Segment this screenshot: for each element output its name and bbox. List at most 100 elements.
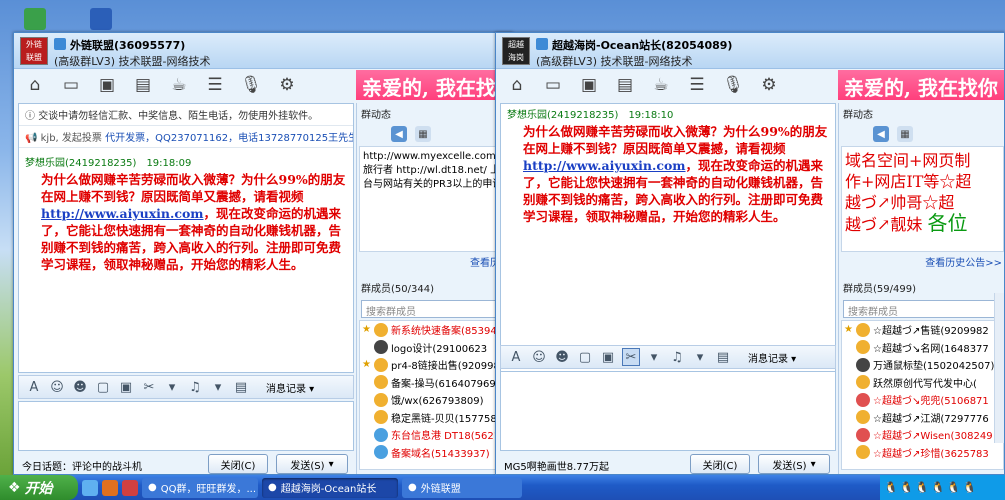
- member-item[interactable]: ☆超越づ↗江湖(7297776: [842, 409, 1003, 427]
- folder-icon[interactable]: ▭: [538, 72, 568, 98]
- coffee-icon[interactable]: ☕: [646, 72, 676, 98]
- tray-icon[interactable]: 🐧: [900, 481, 914, 494]
- message-input[interactable]: [500, 371, 836, 451]
- firefox-icon[interactable]: [102, 479, 118, 496]
- close-button[interactable]: 关闭(C): [690, 454, 750, 474]
- photo-icon[interactable]: ▤: [610, 72, 640, 98]
- tray-icon[interactable]: 🐧: [884, 481, 898, 494]
- member-item[interactable]: ☆超越づ↘名网(1648377: [842, 339, 1003, 357]
- dropdown-icon-2[interactable]: ▾: [209, 378, 227, 396]
- ad-banner[interactable]: 亲爱的, 我在找: [356, 70, 512, 100]
- task-ocean-group[interactable]: ● 超越海岗-Ocean站长: [262, 477, 398, 498]
- photo-icon[interactable]: ▤: [128, 72, 158, 98]
- group-notice[interactable]: 📢 kjb, 发起投票 代开发票，QQ237071162，电话137287701…: [19, 126, 353, 148]
- image-icon[interactable]: ▣: [599, 348, 617, 366]
- settings-icon[interactable]: ⚙: [272, 72, 302, 98]
- settings-icon[interactable]: ⚙: [754, 72, 784, 98]
- member-item[interactable]: 跃然原创代写代发中心(: [842, 374, 1003, 392]
- edit-icon[interactable]: ▤: [232, 378, 250, 396]
- magic-face-icon[interactable]: ☻: [71, 378, 89, 396]
- history-button[interactable]: 消息记录 ▾: [743, 348, 801, 367]
- sender-name[interactable]: 梦想乐园(2419218235): [507, 110, 618, 121]
- member-item[interactable]: ★ pr4-8链接出售(920998: [360, 356, 511, 374]
- member-list-scrollbar[interactable]: [994, 293, 1004, 443]
- member-list[interactable]: ★ 新系统快速备案(85394 logo设计(29100623 ★ pr4-8链接出…: [359, 320, 512, 470]
- music-icon[interactable]: ♫: [186, 378, 204, 396]
- album-icon[interactable]: ▣: [574, 72, 604, 98]
- tray-icon[interactable]: 🐧: [963, 481, 977, 494]
- member-item[interactable]: ☆超越づ↗Wisen(308249: [842, 426, 1003, 444]
- magic-face-icon[interactable]: ☻: [553, 348, 571, 366]
- recycle-icon[interactable]: [24, 8, 46, 30]
- member-item[interactable]: 备案域名(51433937): [360, 444, 511, 462]
- start-button[interactable]: ❖ 开始: [0, 475, 78, 500]
- tray-icon[interactable]: 🐧: [931, 481, 945, 494]
- word-doc-icon[interactable]: [90, 8, 112, 30]
- speaker-icon[interactable]: ◀: [873, 126, 889, 142]
- chevron-down-icon[interactable]: ▾: [811, 459, 816, 470]
- member-item[interactable]: 东台信息港 DT18(56218: [360, 426, 511, 444]
- member-item[interactable]: 饿/wx(626793809): [360, 391, 511, 409]
- title-bar[interactable]: 外链 联盟 外链联盟(36095577) (高级群LV3) 技术联盟-网络技术: [14, 33, 512, 69]
- tray-icon[interactable]: 🐧: [915, 481, 929, 494]
- folder-icon[interactable]: ▭: [56, 72, 86, 98]
- image-icon[interactable]: ▣: [117, 378, 135, 396]
- message-link[interactable]: http://www.aiyuxin.com: [523, 158, 686, 173]
- ad-banner[interactable]: 亲爱的, 我在找你: [838, 70, 1004, 100]
- topic-text[interactable]: 今日话题：评论中的战斗机: [14, 458, 142, 473]
- message-sender[interactable]: 梦想乐园(2419218235) 19:18:09: [19, 148, 353, 169]
- task-qq-sender[interactable]: ● QQ群，旺旺群发，...: [142, 477, 258, 498]
- chat-history[interactable]: 梦想乐园(2419218235) 19:18:10 为什么做网赚辛苦劳碌而收入微薄…: [500, 103, 836, 373]
- emoji-icon[interactable]: ☺: [48, 378, 66, 396]
- music-icon[interactable]: ♫: [668, 348, 686, 366]
- notes-icon[interactable]: ☰: [200, 72, 230, 98]
- bulletin-line[interactable]: http://www.myexcelle.com/: [363, 150, 508, 164]
- emoji-icon[interactable]: ☺: [530, 348, 548, 366]
- topic-text[interactable]: MG5啊艳画世8.77万起: [496, 458, 609, 473]
- mic-icon[interactable]: 🎙: [718, 72, 748, 98]
- task-link-group[interactable]: ● 外链联盟: [402, 477, 522, 498]
- chevron-down-icon[interactable]: ▾: [329, 459, 334, 470]
- member-item[interactable]: 备案-操马(616407969): [360, 374, 511, 392]
- tray-icon[interactable]: 🐧: [947, 481, 961, 494]
- screenshot-icon[interactable]: ✂: [622, 348, 640, 366]
- title-bar[interactable]: 超越 海岗 超越海岗-Ocean站长(82054089) (高级群LV3) 技术…: [496, 33, 1004, 69]
- member-search-input[interactable]: 搜索群成员: [843, 300, 1002, 318]
- calendar-icon[interactable]: ▦: [897, 126, 913, 142]
- shake-icon[interactable]: ▢: [94, 378, 112, 396]
- member-item[interactable]: 万通鼠标垫(1502042507): [842, 356, 1003, 374]
- close-button[interactable]: 关闭(C): [208, 454, 268, 474]
- member-search-input[interactable]: 搜索群成员: [361, 300, 510, 318]
- sender-name[interactable]: 梦想乐园(2419218235): [25, 158, 136, 169]
- screenshot-icon[interactable]: ✂: [140, 378, 158, 396]
- view-history-link[interactable]: 查看历史: [357, 252, 512, 271]
- history-button[interactable]: 消息记录 ▾: [261, 378, 319, 397]
- speaker-icon[interactable]: ◀: [391, 126, 407, 142]
- member-item[interactable]: ★ 新系统快速备案(85394: [360, 321, 511, 339]
- member-list[interactable]: ★ ☆超越づ↗售链(9209982 ☆超越づ↘名网(1648377 万通鼠标垫(1…: [841, 320, 1004, 470]
- send-button[interactable]: 发送(S) ▾: [758, 454, 830, 474]
- calendar-icon[interactable]: ▦: [415, 126, 431, 142]
- message-link[interactable]: http://www.aiyuxin.com: [41, 206, 204, 221]
- member-item[interactable]: logo设计(29100623: [360, 339, 511, 357]
- member-item[interactable]: ★ ☆超越づ↗售链(9209982: [842, 321, 1003, 339]
- album-icon[interactable]: ▣: [92, 72, 122, 98]
- notes-icon[interactable]: ☰: [682, 72, 712, 98]
- dropdown-icon[interactable]: ▾: [163, 378, 181, 396]
- member-item[interactable]: ☆超越づ↗珍惜(3625783: [842, 444, 1003, 462]
- member-item[interactable]: 稳定黑链-贝贝(1577585: [360, 409, 511, 427]
- mic-icon[interactable]: 🎙: [236, 72, 266, 98]
- send-button[interactable]: 发送(S) ▾: [276, 454, 348, 474]
- group-avatar[interactable]: 外链 联盟: [20, 37, 48, 65]
- font-icon[interactable]: A: [25, 378, 43, 396]
- member-item[interactable]: ☆超越づ↘兜兜(5106871: [842, 391, 1003, 409]
- group-avatar[interactable]: 超越 海岗: [502, 37, 530, 65]
- font-icon[interactable]: A: [507, 348, 525, 366]
- message-input[interactable]: [18, 401, 354, 451]
- home-icon[interactable]: ⌂: [502, 72, 532, 98]
- shake-icon[interactable]: ▢: [576, 348, 594, 366]
- dropdown-icon[interactable]: ▾: [645, 348, 663, 366]
- coffee-icon[interactable]: ☕: [164, 72, 194, 98]
- media-icon[interactable]: [122, 479, 138, 496]
- view-history-link[interactable]: 查看历史公告>>: [839, 252, 1004, 271]
